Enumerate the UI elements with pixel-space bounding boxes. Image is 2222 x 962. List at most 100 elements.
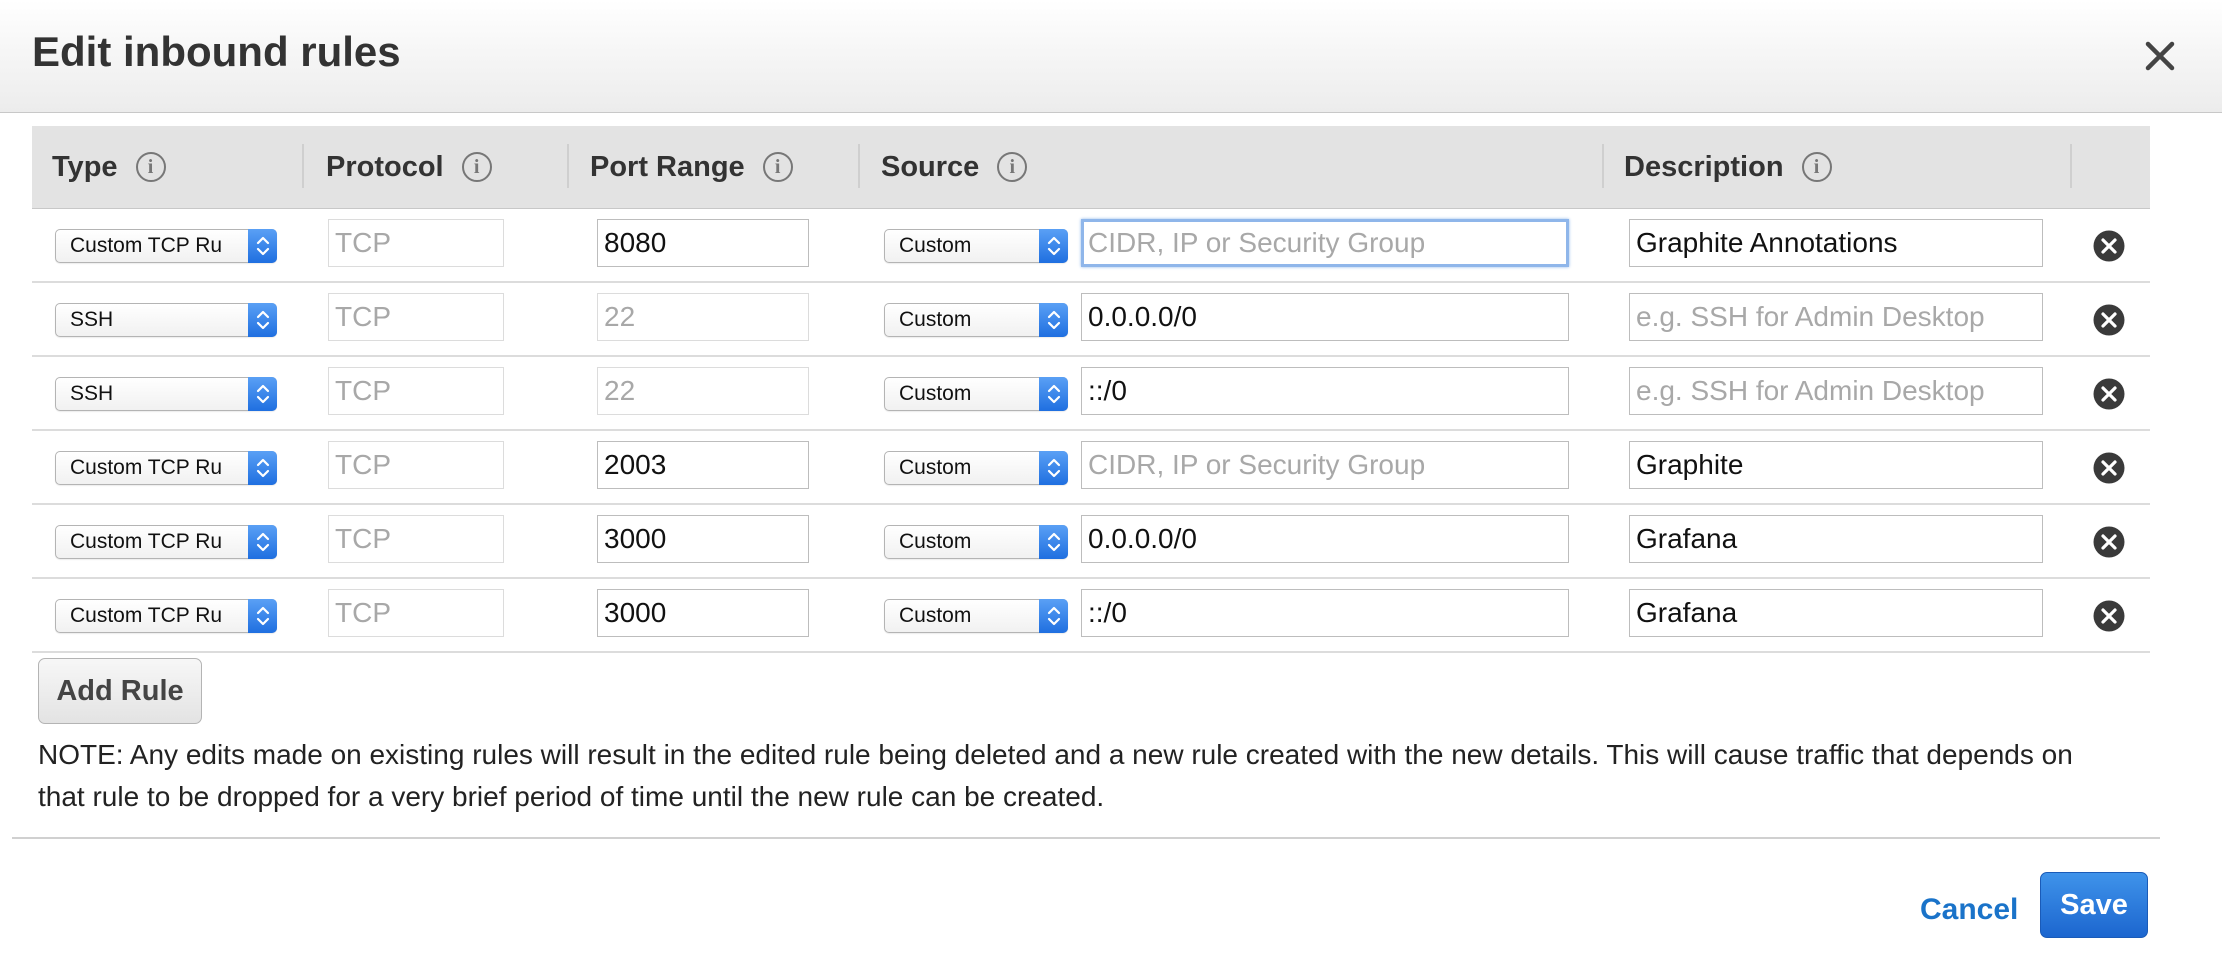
port-range-input[interactable] <box>597 441 809 489</box>
source-cidr-input[interactable] <box>1081 293 1569 341</box>
header-protocol: Protocol i <box>326 126 492 208</box>
port-range-input[interactable] <box>597 219 809 267</box>
header-type-label: Type <box>52 150 118 183</box>
add-rule-button[interactable]: Add Rule <box>38 658 202 724</box>
remove-circle-icon <box>2093 378 2125 410</box>
remove-circle-icon <box>2093 526 2125 558</box>
info-icon[interactable]: i <box>762 152 793 182</box>
cancel-button[interactable]: Cancel <box>1920 893 2018 927</box>
chevron-updown-icon <box>1039 451 1068 485</box>
chevron-updown-icon <box>248 451 277 485</box>
port-range-input[interactable] <box>597 589 809 637</box>
chevron-updown-icon <box>248 377 277 411</box>
table-row: Custom TCP Ru Custom <box>32 209 2150 283</box>
header-protocol-label: Protocol <box>326 150 444 183</box>
delete-rule-button[interactable] <box>2092 377 2126 411</box>
description-input[interactable] <box>1629 515 2043 563</box>
description-input[interactable] <box>1629 367 2043 415</box>
description-input[interactable] <box>1629 293 2043 341</box>
chevron-updown-icon <box>248 599 277 633</box>
chevron-updown-icon <box>248 525 277 559</box>
close-button[interactable] <box>2134 30 2186 82</box>
delete-rule-button[interactable] <box>2092 303 2126 337</box>
source-select[interactable]: Custom <box>884 303 1068 337</box>
source-select-value: Custom <box>899 234 972 257</box>
remove-circle-icon <box>2093 452 2125 484</box>
source-cidr-input[interactable] <box>1081 219 1569 267</box>
port-range-input <box>597 367 809 415</box>
remove-circle-icon <box>2093 304 2125 336</box>
delete-rule-button[interactable] <box>2092 451 2126 485</box>
type-select[interactable]: Custom TCP Ru <box>55 229 277 263</box>
type-select-value: SSH <box>70 308 114 331</box>
modal-title: Edit inbound rules <box>32 28 401 75</box>
info-icon[interactable]: i <box>135 152 166 182</box>
table-row: Custom TCP Ru Custom <box>32 431 2150 505</box>
remove-circle-icon <box>2093 600 2125 632</box>
edit-note: NOTE: Any edits made on existing rules w… <box>38 739 2073 812</box>
header-source-label: Source <box>881 150 980 183</box>
source-select-value: Custom <box>899 382 972 405</box>
table-row: SSH Custom <box>32 357 2150 431</box>
source-select[interactable]: Custom <box>884 229 1068 263</box>
column-divider <box>302 144 304 188</box>
delete-rule-button[interactable] <box>2092 229 2126 263</box>
footer-divider <box>12 837 2160 839</box>
type-select[interactable]: Custom TCP Ru <box>55 451 277 485</box>
header-description-label: Description <box>1624 150 1784 183</box>
type-select[interactable]: SSH <box>55 303 277 337</box>
type-select-value: Custom TCP Ru <box>70 456 223 479</box>
modal-header: Edit inbound rules <box>0 0 2222 113</box>
chevron-updown-icon <box>1039 229 1068 263</box>
type-select[interactable]: Custom TCP Ru <box>55 599 277 633</box>
type-select[interactable]: SSH <box>55 377 277 411</box>
table-row: Custom TCP Ru Custom <box>32 579 2150 653</box>
source-select[interactable]: Custom <box>884 599 1068 633</box>
protocol-input <box>328 367 504 415</box>
type-select-value: Custom TCP Ru <box>70 604 223 627</box>
chevron-updown-icon <box>248 303 277 337</box>
protocol-input <box>328 219 504 267</box>
column-divider <box>2070 144 2072 188</box>
delete-rule-button[interactable] <box>2092 525 2126 559</box>
protocol-input <box>328 589 504 637</box>
source-cidr-input[interactable] <box>1081 589 1569 637</box>
source-cidr-input[interactable] <box>1081 367 1569 415</box>
chevron-updown-icon <box>1039 599 1068 633</box>
source-select[interactable]: Custom <box>884 377 1068 411</box>
protocol-input <box>328 293 504 341</box>
source-cidr-input[interactable] <box>1081 515 1569 563</box>
type-select-value: Custom TCP Ru <box>70 234 223 257</box>
description-input[interactable] <box>1629 589 2043 637</box>
column-divider <box>567 144 569 188</box>
source-select[interactable]: Custom <box>884 525 1068 559</box>
save-button[interactable]: Save <box>2040 872 2148 938</box>
protocol-input <box>328 515 504 563</box>
source-cidr-input[interactable] <box>1081 441 1569 489</box>
info-icon[interactable]: i <box>461 152 492 182</box>
table-row: SSH Custom <box>32 283 2150 357</box>
source-select-value: Custom <box>899 604 972 627</box>
type-select-value: Custom TCP Ru <box>70 530 223 553</box>
info-icon[interactable]: i <box>1801 152 1832 182</box>
table-row: Custom TCP Ru Custom <box>32 505 2150 579</box>
description-input[interactable] <box>1629 219 2043 267</box>
header-port-range-label: Port Range <box>590 150 745 183</box>
chevron-updown-icon <box>1039 525 1068 559</box>
header-source: Source i <box>881 126 1028 208</box>
protocol-input <box>328 441 504 489</box>
port-range-input[interactable] <box>597 515 809 563</box>
type-select[interactable]: Custom TCP Ru <box>55 525 277 559</box>
description-input[interactable] <box>1629 441 2043 489</box>
source-select-value: Custom <box>899 308 972 331</box>
source-select[interactable]: Custom <box>884 451 1068 485</box>
header-type: Type i <box>52 126 166 208</box>
close-icon <box>2145 41 2175 71</box>
table-header: Type i Protocol i Port Range i Source i … <box>32 126 2150 209</box>
column-divider <box>858 144 860 188</box>
delete-rule-button[interactable] <box>2092 599 2126 633</box>
remove-circle-icon <box>2093 230 2125 262</box>
info-icon[interactable]: i <box>997 152 1028 182</box>
header-port-range: Port Range i <box>590 126 793 208</box>
chevron-updown-icon <box>1039 377 1068 411</box>
